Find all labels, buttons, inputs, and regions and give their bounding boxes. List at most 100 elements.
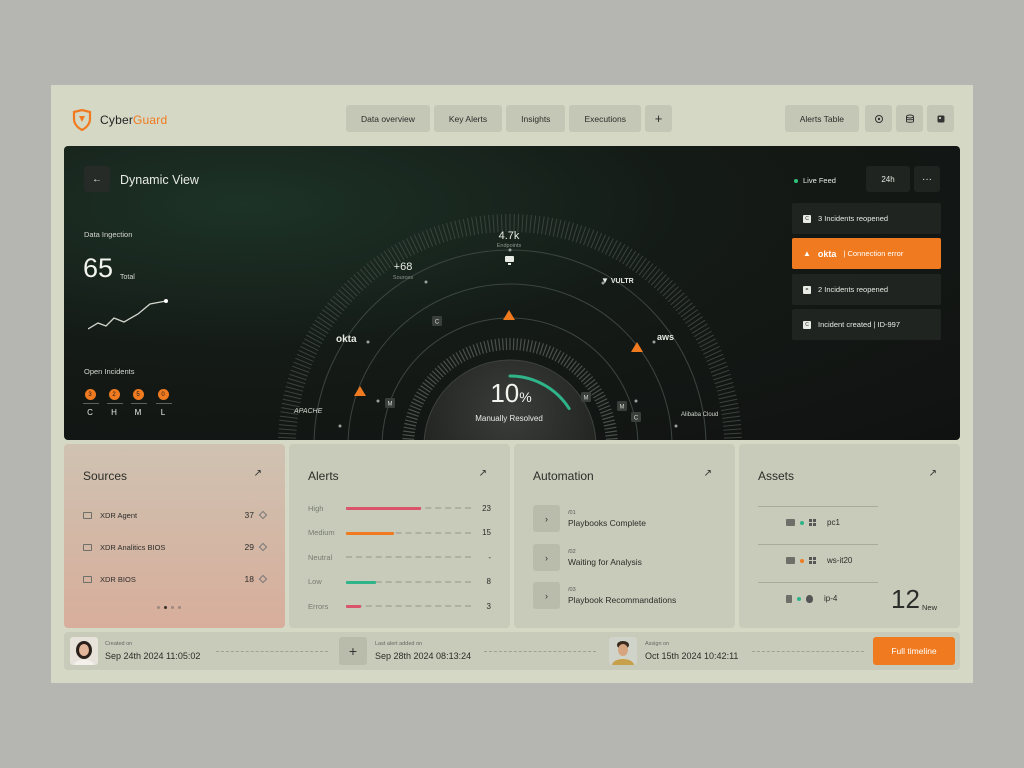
monitor-icon: [505, 256, 514, 262]
database-button[interactable]: [896, 105, 923, 132]
feed-item[interactable]: = 2 Incidents reopened: [792, 274, 941, 305]
chevron-right-icon[interactable]: ›: [533, 505, 560, 532]
full-timeline-button[interactable]: Full timeline: [873, 637, 955, 665]
severity-count: 5: [132, 389, 144, 400]
expand-arrow-icon[interactable]: ↗: [479, 468, 487, 479]
feed-item-connection-error[interactable]: ▲ okta | Connection error: [792, 238, 941, 269]
alibaba-cloud-logo: Alibaba Cloud: [681, 412, 719, 418]
apple-icon: [806, 594, 813, 603]
desktop-icon: [786, 557, 795, 564]
alert-bar: [346, 556, 471, 558]
avatar: [70, 637, 98, 665]
tab-key-alerts[interactable]: Key Alerts: [433, 105, 503, 132]
list-item[interactable]: XDR BIOS 18: [83, 574, 268, 584]
add-event-button[interactable]: +: [339, 637, 367, 665]
severity-count: 0: [157, 389, 169, 400]
expand-arrow-icon[interactable]: ↗: [704, 468, 712, 479]
severity-label: C: [87, 408, 93, 417]
tab-data-overview[interactable]: Data overview: [346, 105, 430, 132]
automation-item[interactable]: › /01 Playbooks Complete: [533, 505, 646, 532]
brand-logo[interactable]: CyberGuard: [72, 109, 167, 131]
asset-row[interactable]: ip-4: [786, 594, 837, 603]
new-assets-label: New: [922, 603, 938, 612]
alerts-table-button[interactable]: Alerts Table: [784, 105, 859, 132]
assets-card: Assets ↗ pc1 ws-it20 ip-4 12 New: [739, 444, 960, 628]
header-actions: Alerts Table: [784, 105, 954, 132]
diamond-icon: [258, 510, 268, 520]
open-incidents-label: Open Incidents: [84, 367, 135, 376]
diamond-icon: [258, 574, 268, 584]
time-range-button[interactable]: 24h: [866, 166, 910, 192]
severity-label: L: [160, 408, 166, 417]
automation-item[interactable]: › /03 Playbook Recommandations: [533, 582, 676, 609]
storage-button[interactable]: [927, 105, 954, 132]
expand-arrow-icon[interactable]: ↗: [254, 468, 262, 479]
more-options-button[interactable]: ···: [914, 166, 940, 192]
apache-logo: APACHE: [294, 408, 323, 415]
alert-row[interactable]: Medium 15: [308, 527, 491, 539]
back-button[interactable]: ←: [84, 166, 110, 192]
svg-text:M: M: [388, 402, 393, 408]
asset-row[interactable]: pc1: [786, 518, 840, 527]
severity-critical[interactable]: 3 C: [83, 389, 99, 417]
diamond-icon: [258, 542, 268, 552]
severity-low[interactable]: 0 L: [156, 389, 172, 417]
windows-icon: [809, 557, 816, 564]
alert-bar-fill: [346, 531, 394, 535]
tab-insights[interactable]: Insights: [506, 105, 566, 132]
warning-icon: ▲: [803, 249, 811, 258]
alert-count: 15: [482, 528, 491, 537]
alert-bar: [346, 605, 471, 608]
status-dot: [800, 520, 804, 525]
target-button[interactable]: [865, 105, 892, 132]
svg-text:C: C: [435, 320, 440, 326]
list-item[interactable]: XDR Analitics BIOS 29: [83, 542, 268, 552]
server-icon: [83, 575, 92, 583]
storage-icon: [937, 115, 944, 122]
automation-card: Automation ↗ › /01 Playbooks Complete › /…: [514, 444, 735, 628]
feed-item[interactable]: C 3 Incidents reopened: [792, 203, 941, 234]
alert-count: 23: [482, 503, 491, 513]
alert-row[interactable]: Errors 3: [308, 600, 491, 612]
ingestion-total-value: 65: [83, 253, 114, 283]
alert-row[interactable]: High 23: [308, 502, 491, 514]
severity-medium[interactable]: 5 M: [131, 389, 147, 417]
add-tab-button[interactable]: +: [645, 105, 673, 132]
assign-label: Assign on: [645, 641, 670, 647]
alert-level-label: High: [308, 503, 324, 513]
chevron-right-icon[interactable]: ›: [533, 582, 560, 609]
chevron-right-icon[interactable]: ›: [533, 544, 560, 571]
aws-logo: aws: [657, 332, 675, 342]
severity-label: H: [111, 408, 117, 417]
automation-item[interactable]: › /02 Waiting for Analysis: [533, 544, 642, 571]
expand-arrow-icon[interactable]: ↗: [929, 468, 937, 479]
severity-high[interactable]: 2 H: [107, 389, 123, 417]
timeline-bar: Created on Sep 24th 2024 11:05:02 + Last…: [64, 632, 960, 670]
alert-bar-fill: [346, 507, 421, 510]
alerts-card: Alerts ↗ High 23 Medium 15 Neutral - Low 8 Error…: [289, 444, 510, 628]
list-item[interactable]: XDR Agent 37: [83, 510, 268, 520]
desktop-icon: [786, 519, 795, 526]
alert-count: 8: [486, 577, 491, 586]
feed-item[interactable]: C Incident created | ID-997: [792, 309, 941, 340]
tab-executions[interactable]: Executions: [569, 105, 642, 132]
windows-icon: [809, 519, 816, 526]
asset-row[interactable]: ws-it20: [786, 556, 852, 565]
arrow-left-icon: ←: [92, 173, 102, 185]
pagination-dots[interactable]: [157, 606, 181, 609]
alert-bar: [346, 580, 471, 584]
alert-row[interactable]: Neutral -: [308, 551, 491, 563]
last-alert-label: Last alert added on: [375, 641, 423, 647]
incident-icon: C: [803, 214, 811, 223]
alert-row[interactable]: Low 8: [308, 576, 491, 588]
last-alert-value: Sep 28th 2024 08:13:24: [375, 651, 472, 661]
live-feed-indicator: Live Feed: [794, 176, 836, 185]
vultr-logo: ▼ VULTR: [601, 276, 634, 285]
created-value: Sep 24th 2024 11:05:02: [105, 651, 201, 661]
alert-bar-fill: [346, 580, 376, 584]
target-icon: [874, 114, 883, 123]
okta-logo: okta: [817, 248, 837, 259]
alert-count: 3: [486, 601, 491, 611]
sources-card: Sources ↗ XDR Agent 37 XDR Analitics BIO…: [64, 444, 285, 628]
alert-bar-fill: [346, 605, 361, 608]
